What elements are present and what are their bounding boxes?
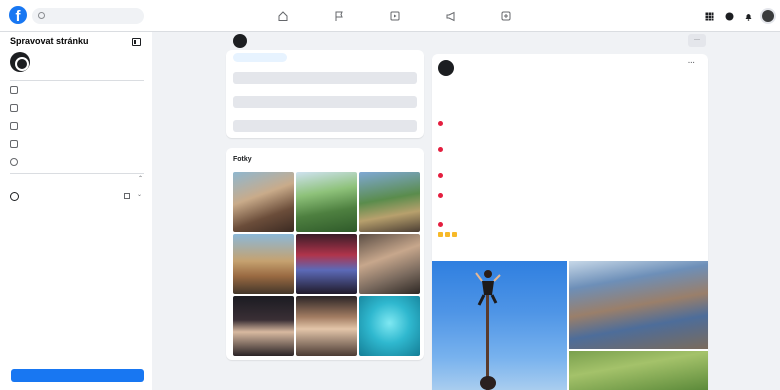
photo-thumbnail[interactable] (233, 234, 294, 294)
post-schedule-item (438, 193, 704, 199)
manage-page-sidebar: Spravovat stránku ⌃ ⌄ (0, 32, 152, 390)
post-emoji-row (438, 232, 704, 238)
search-icon (38, 12, 45, 19)
sidebar-page-switcher[interactable] (10, 52, 145, 74)
star-emoji-icon (445, 232, 450, 238)
search-input[interactable] (32, 8, 144, 24)
apps-grid-icon[interactable] (705, 12, 714, 21)
star-emoji-icon (452, 232, 457, 238)
flag-icon[interactable] (333, 10, 345, 22)
sidebar-item-settings[interactable] (10, 156, 144, 168)
photo-thumbnail[interactable] (359, 172, 420, 232)
post-schedule-item (438, 147, 704, 153)
post-card: ··· (432, 54, 708, 390)
post-schedule-item (438, 121, 704, 127)
promote-button[interactable] (11, 369, 144, 382)
photo-thumbnail[interactable] (359, 296, 420, 356)
page-avatar (10, 52, 30, 72)
chevron-up-icon[interactable]: ⌃ (138, 175, 143, 182)
settings-icon (10, 158, 18, 166)
photos-card: Fotky (226, 148, 424, 360)
collapse-sidebar-icon[interactable] (132, 38, 141, 46)
bell-icon[interactable] (744, 12, 753, 21)
clock-emoji-icon (438, 121, 443, 127)
divider (10, 173, 144, 174)
video-icon[interactable] (389, 10, 401, 22)
clock-emoji-icon (438, 222, 443, 228)
top-navigation-bar: f (0, 0, 780, 32)
meta-logo-icon (10, 192, 19, 201)
sidebar-item-posts[interactable] (10, 102, 144, 114)
photo-thumbnail[interactable] (233, 296, 294, 356)
post-schedule-item (438, 173, 704, 179)
more-options-button[interactable]: ··· (688, 34, 706, 47)
photo-thumbnail[interactable] (233, 172, 294, 232)
pole-acrobat-figure (475, 270, 501, 390)
photo-thumbnail[interactable] (296, 296, 357, 356)
photo-thumbnail[interactable] (296, 234, 357, 294)
chevron-down-icon[interactable]: ⌄ (137, 191, 142, 198)
photo-thumbnail[interactable] (296, 172, 357, 232)
photos-title: Fotky (233, 156, 252, 163)
messenger-icon[interactable] (725, 12, 734, 21)
clock-emoji-icon (438, 193, 443, 199)
groups-icon[interactable] (500, 10, 512, 22)
sidebar-item-campaign[interactable] (10, 138, 144, 150)
sidebar-item-dashboard[interactable] (10, 84, 144, 96)
photo-thumbnail[interactable] (359, 234, 420, 294)
external-link-icon (124, 193, 130, 199)
page-header-strip: ··· (226, 32, 710, 50)
campaign-icon (10, 140, 18, 148)
ads-icon (10, 122, 18, 130)
recommended-badge[interactable] (233, 53, 287, 62)
sidebar-item-meta-business-suite[interactable]: ⌄ (10, 191, 144, 203)
star-emoji-icon (438, 232, 443, 238)
facebook-logo[interactable]: f (9, 6, 27, 24)
page-avatar[interactable] (233, 34, 247, 48)
page-actions-card (226, 50, 424, 138)
dashboard-icon (10, 86, 18, 94)
clock-emoji-icon (438, 147, 443, 153)
home-icon[interactable] (277, 10, 289, 22)
post-photo-main[interactable] (432, 261, 567, 390)
megaphone-icon[interactable] (445, 10, 457, 22)
post-schedule-item (438, 222, 704, 228)
action-button-1[interactable] (233, 72, 417, 84)
sidebar-title: Spravovat stránku (10, 36, 89, 46)
posts-icon (10, 104, 18, 112)
sidebar-item-ads[interactable] (10, 120, 144, 132)
account-avatar[interactable] (760, 8, 776, 24)
action-button-3[interactable] (233, 120, 417, 132)
clock-emoji-icon (438, 173, 443, 179)
divider (10, 80, 144, 81)
post-photo-crowd[interactable] (569, 261, 708, 349)
action-button-2[interactable] (233, 96, 417, 108)
post-author-avatar[interactable] (438, 60, 454, 76)
post-photo-outdoor[interactable] (569, 351, 708, 390)
post-options-button[interactable]: ··· (688, 60, 695, 67)
